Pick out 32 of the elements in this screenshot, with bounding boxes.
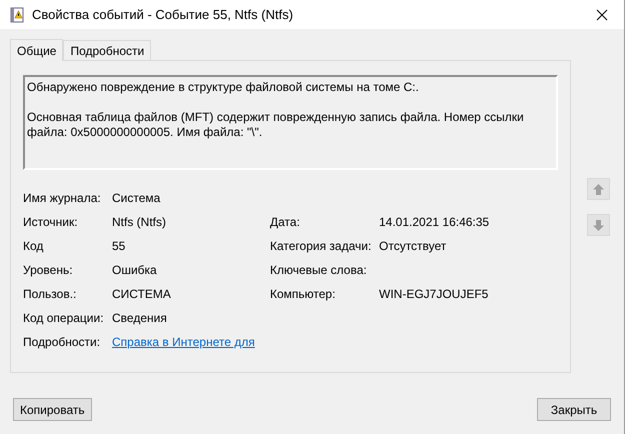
tab[interactable]: Подробности (63, 40, 152, 60)
field-label: Ключевые слова: (270, 262, 368, 279)
copy-button[interactable]: Копировать (13, 398, 92, 421)
event-log-icon (10, 6, 24, 22)
field-label: Код (23, 238, 44, 255)
field-value: Сведения (112, 310, 167, 327)
field-label: Источник: (23, 214, 79, 231)
tab[interactable]: Общие (10, 39, 64, 61)
help-link[interactable]: Справка в Интернете для (112, 333, 255, 351)
field-label: Подробности: (23, 334, 102, 351)
field-value: Ntfs (Ntfs) (112, 214, 166, 231)
field-value: Ошибка (112, 262, 157, 279)
field-value: Отсутствует (379, 238, 446, 255)
window-title: Свойства событий - Событие 55, Ntfs (Ntfs) (32, 6, 294, 24)
field-label: Код операции: (23, 310, 105, 327)
field-label: Уровень: (23, 262, 74, 279)
field-label: Имя журнала: (23, 190, 102, 207)
description-text: Основная таблица файлов (MFT) содержит поврежденную запись файла. Номер ссылки файла: 0x5000000000005. Имя файла: "\". (27, 110, 525, 140)
field-value: 55 (112, 238, 126, 255)
field-label: Пользов.: (23, 286, 78, 303)
field-value: СИСТЕМА (112, 286, 171, 303)
up-arrow-icon (592, 182, 605, 196)
field-label: Категория задачи: (270, 238, 372, 255)
close-dialog-button[interactable]: Закрыть (537, 398, 611, 421)
description-text: Обнаружено повреждение в структуре файловой системы на томе C:. (27, 80, 420, 95)
field-value: WIN-EGJ7JOUJEF5 (379, 286, 488, 303)
close-icon (596, 8, 608, 20)
field-value: 14.01.2021 16:46:35 (379, 214, 490, 231)
down-arrow-icon (592, 218, 605, 232)
field-label: Компьютер: (270, 286, 336, 303)
field-label: Дата: (270, 214, 301, 231)
field-value: Система (112, 190, 160, 207)
